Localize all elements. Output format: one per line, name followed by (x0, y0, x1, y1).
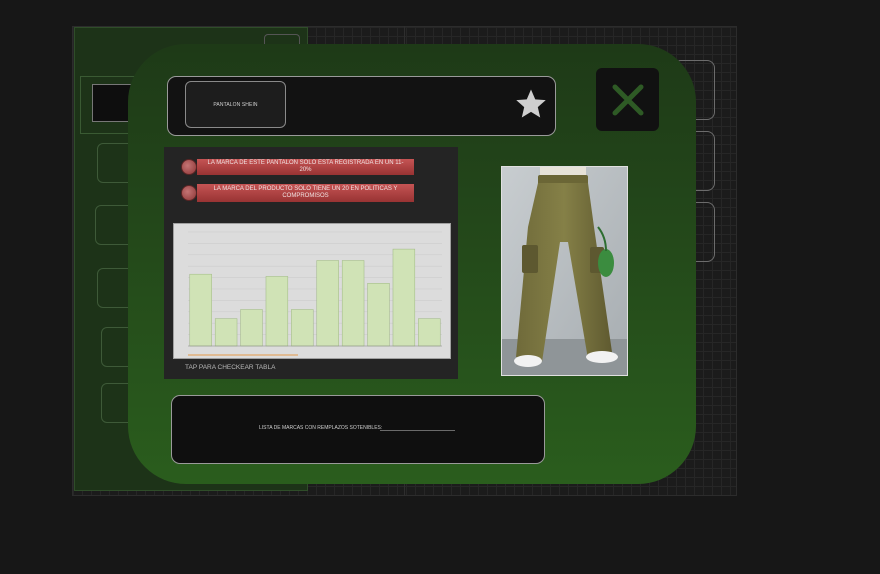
close-button[interactable] (596, 68, 659, 131)
chart-svg (188, 231, 442, 356)
sustainable-brands-label: LISTA DE MARCAS CON REMPLAZOS SOTENIBLES… (259, 425, 383, 431)
chart-bar (291, 309, 314, 347)
sustainability-chart[interactable] (173, 223, 451, 359)
close-icon (612, 84, 643, 115)
stat-registration: LA MARCA DE ESTE PANTALON SOLO ESTA REGI… (197, 159, 414, 175)
chart-bar (214, 318, 238, 347)
star-icon (516, 89, 546, 118)
list-underline (380, 430, 455, 431)
chart-bar (240, 309, 263, 347)
cargo-pants-photo (502, 167, 627, 375)
chart-caption[interactable]: TAP PARA CHECKEAR TABLA (185, 364, 275, 371)
stat-bullet-icon (181, 185, 197, 201)
chart-bar (189, 273, 212, 347)
chart-bar (392, 248, 416, 347)
chart-bar (265, 276, 289, 347)
favorite-button[interactable] (513, 86, 549, 122)
product-name-chip[interactable]: PANTALON SHEIN (185, 81, 286, 128)
chart-bar (367, 283, 390, 347)
chart-bar (316, 260, 339, 347)
stat-policies: LA MARCA DEL PRODUCTO SOLO TIENE UN 20 E… (197, 184, 414, 202)
chart-bar (341, 260, 365, 347)
product-image (501, 166, 628, 376)
stat-bullet-icon (181, 159, 197, 175)
chart-bar (418, 318, 441, 347)
